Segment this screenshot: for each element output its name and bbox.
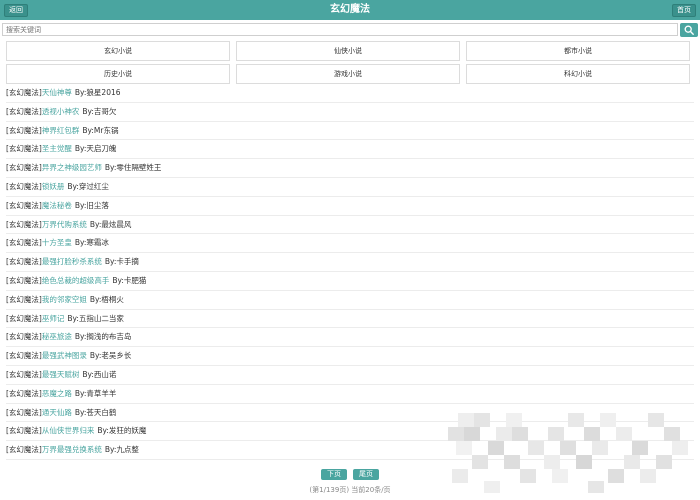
category-grid: 玄幻小说 仙侠小说 都市小说 历史小说 游戏小说 科幻小说 xyxy=(6,41,690,84)
book-author: By:狼星2016 xyxy=(74,88,121,97)
last-page-button[interactable]: 尾页 xyxy=(353,469,379,480)
book-author: By:零住隔壁姓王 xyxy=(104,163,162,173)
book-title-link[interactable]: 最强天赋树 xyxy=(42,370,80,379)
list-item: [玄幻魔法]魔法秘卷 By:旧尘落 xyxy=(6,197,694,216)
category-tag: [玄幻魔法] xyxy=(6,445,42,455)
home-button[interactable]: 首页 xyxy=(672,4,696,17)
book-title-link[interactable]: 恶魔之路 xyxy=(42,389,72,398)
list-item: [玄幻魔法]神界红包群 By:Mr东锅 xyxy=(6,122,694,141)
book-list: [玄幻魔法]天仙神尊 By:狼星2016 [玄幻魔法]透视小神农 By:吉哥欠 [玄… xyxy=(6,84,694,460)
category-tag: [玄幻魔法] xyxy=(6,238,42,248)
book-author: By:苍天白鹤 xyxy=(74,407,117,417)
category-tag: [玄幻魔法] xyxy=(6,294,42,304)
book-author: By:五指山二当家 xyxy=(67,313,124,323)
book-author: By:最炫晨风 xyxy=(89,219,132,229)
category-tag: [玄幻魔法] xyxy=(6,351,42,361)
list-item: [玄幻魔法]透视小神农 By:吉哥欠 xyxy=(6,103,694,122)
list-item: [玄幻魔法]绝色总裁的超级高手 By:卡肥猫 xyxy=(6,272,694,291)
book-author: By:老吴乡长 xyxy=(89,351,132,361)
list-item: [玄幻魔法]我的邻家空姐 By:梧桐火 xyxy=(6,291,694,310)
list-item: [玄幻魔法]圣主觉醒 By:天启刀魄 xyxy=(6,140,694,160)
book-title-link[interactable]: 我的邻家空姐 xyxy=(42,295,87,304)
category-tag: [玄幻魔法] xyxy=(6,163,42,173)
book-author: By:梧桐火 xyxy=(89,294,124,304)
category-dushi[interactable]: 都市小说 xyxy=(466,41,690,61)
book-author: By:吉哥欠 xyxy=(82,106,117,116)
list-item: [玄幻魔法]恶魔之路 By:青草羊羊 xyxy=(6,385,694,404)
category-tag: [玄幻魔法] xyxy=(6,426,42,436)
book-author: By:天启刀魄 xyxy=(74,144,117,154)
book-title-link[interactable]: 十方圣皇 xyxy=(42,238,72,247)
book-title-link[interactable]: 从仙侠世界归来 xyxy=(42,426,95,435)
category-tag: [玄幻魔法] xyxy=(6,219,42,229)
page-title: 玄幻魔法 xyxy=(330,4,370,15)
book-author: By:卡手摘 xyxy=(104,257,139,267)
book-title-link[interactable]: 天仙神尊 xyxy=(42,88,72,97)
book-author: By:Mr东锅 xyxy=(82,125,119,135)
book-author: By:旧尘落 xyxy=(74,200,109,210)
book-title-link[interactable]: 通天仙路 xyxy=(42,408,72,417)
category-tag: [玄幻魔法] xyxy=(6,88,42,97)
category-tag: [玄幻魔法] xyxy=(6,200,42,210)
category-tag: [玄幻魔法] xyxy=(6,275,42,285)
category-kehuan[interactable]: 科幻小说 xyxy=(466,64,690,84)
book-title-link[interactable]: 异界之神级园艺师 xyxy=(42,163,102,172)
category-lishi[interactable]: 历史小说 xyxy=(6,64,230,84)
list-item: [玄幻魔法]最强打脸秒杀系统 By:卡手摘 xyxy=(6,253,694,272)
book-title-link[interactable]: 万界代购系统 xyxy=(42,220,87,229)
book-author: By:寒霜冰 xyxy=(74,238,109,248)
book-title-link[interactable]: 锁妖册 xyxy=(42,182,65,191)
category-tag: [玄幻魔法] xyxy=(6,125,42,135)
book-author: By:发狂的妖魔 xyxy=(97,426,147,436)
book-title-link[interactable]: 万界最强兑换系统 xyxy=(42,445,102,454)
list-item: [玄幻魔法]异界之神级园艺师 By:零住隔壁姓王 xyxy=(6,159,694,178)
book-title-link[interactable]: 秘巫旅途 xyxy=(42,332,72,341)
list-item: [玄幻魔法]锁妖册 By:穿过红尘 xyxy=(6,178,694,197)
category-tag: [玄幻魔法] xyxy=(6,257,42,267)
book-title-link[interactable]: 绝色总裁的超级高手 xyxy=(42,276,110,285)
list-item: [玄幻魔法]万界代购系统 By:最炫晨风 xyxy=(6,216,694,235)
book-author: By:搁浅的布吉岛 xyxy=(74,332,132,342)
book-title-link[interactable]: 巫师记 xyxy=(42,314,65,323)
category-tag: [玄幻魔法] xyxy=(6,181,42,191)
book-title-link[interactable]: 魔法秘卷 xyxy=(42,201,72,210)
list-item: [玄幻魔法]十方圣皇 By:寒霜冰 xyxy=(6,234,694,254)
book-author: By:穿过红尘 xyxy=(67,181,109,191)
category-youxi[interactable]: 游戏小说 xyxy=(236,64,460,84)
book-author: By:卡肥猫 xyxy=(112,275,147,285)
category-tag: [玄幻魔法] xyxy=(6,106,42,116)
book-author: By:九点整 xyxy=(104,445,139,455)
next-page-button[interactable]: 下页 xyxy=(321,469,347,480)
category-tag: [玄幻魔法] xyxy=(6,332,42,342)
category-tag: [玄幻魔法] xyxy=(6,369,42,379)
category-tag: [玄幻魔法] xyxy=(6,144,42,154)
list-item: [玄幻魔法]最强武神图录 By:老吴乡长 xyxy=(6,347,694,366)
pixelated-watermark xyxy=(448,413,688,493)
list-item: [玄幻魔法]秘巫旅途 By:搁浅的布吉岛 xyxy=(6,328,694,348)
book-title-link[interactable]: 最强武神图录 xyxy=(42,351,87,360)
book-title-link[interactable]: 圣主觉醒 xyxy=(42,144,72,153)
category-tag: [玄幻魔法] xyxy=(6,388,42,398)
list-item: [玄幻魔法]天仙神尊 By:狼星2016 xyxy=(6,84,694,103)
book-title-link[interactable]: 神界红包群 xyxy=(42,126,80,135)
search-icon xyxy=(684,25,694,35)
list-item: [玄幻魔法]巫师记 By:五指山二当家 xyxy=(6,310,694,329)
top-bar: 返回 玄幻魔法 首页 xyxy=(0,0,700,20)
list-item: [玄幻魔法]最强天赋树 By:西山诺 xyxy=(6,366,694,385)
search-input[interactable] xyxy=(2,23,678,36)
category-xuanhuan[interactable]: 玄幻小说 xyxy=(6,41,230,61)
book-title-link[interactable]: 透视小神农 xyxy=(42,107,80,116)
category-tag: [玄幻魔法] xyxy=(6,313,42,323)
book-author: By:青草羊羊 xyxy=(74,388,117,398)
book-title-link[interactable]: 最强打脸秒杀系统 xyxy=(42,257,102,266)
book-author: By:西山诺 xyxy=(82,369,117,379)
category-tag: [玄幻魔法] xyxy=(6,407,42,417)
search-button[interactable] xyxy=(680,23,698,37)
category-xianxia[interactable]: 仙侠小说 xyxy=(236,41,460,61)
